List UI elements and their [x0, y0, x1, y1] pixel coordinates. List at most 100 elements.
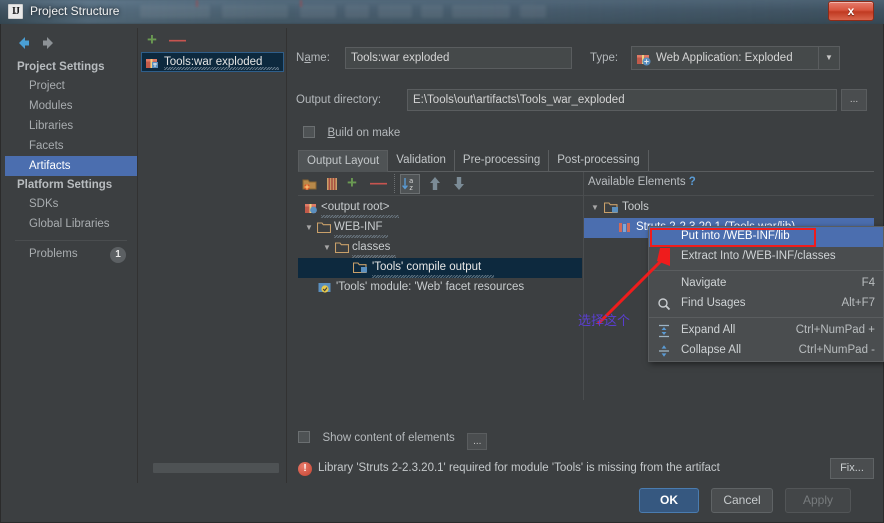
artifact-name-input[interactable]: Tools:war exploded	[345, 47, 572, 69]
apply-button[interactable]: Apply	[785, 488, 851, 513]
titlebar-ghost-6	[421, 5, 443, 18]
ok-button[interactable]: OK	[639, 488, 699, 513]
sort-alpha-icon[interactable]: a z	[400, 174, 420, 194]
sidebar-item-libraries[interactable]: Libraries	[5, 116, 137, 136]
annotation-highlight-box	[650, 228, 816, 247]
remove-artifact-icon[interactable]: —	[169, 31, 186, 48]
tree-row-facet-resources[interactable]: 'Tools' module: 'Web' facet resources	[298, 278, 582, 298]
problems-count-badge: 1	[110, 247, 126, 263]
build-on-make-label: Build on make	[327, 127, 401, 139]
move-up-icon[interactable]	[428, 176, 442, 196]
sidebar-divider	[15, 240, 127, 241]
chevron-down-icon[interactable]: ▼	[590, 203, 600, 213]
web-application-icon	[636, 51, 651, 71]
add-icon[interactable]: +	[347, 174, 357, 192]
artifacts-list-toolbar: + —	[139, 28, 286, 52]
library-icon	[618, 221, 632, 240]
sidebar-item-modules[interactable]: Modules	[5, 96, 137, 116]
titlebar-ghost-3	[300, 5, 336, 18]
menu-shortcut-collapse-all: Ctrl+NumPad -	[798, 344, 875, 356]
artifacts-horizontal-scrollbar[interactable]	[153, 463, 279, 473]
available-label-tools: Tools	[622, 201, 649, 213]
add-archive-icon[interactable]	[324, 176, 340, 197]
titlebar-ghost-mark-2	[300, 0, 302, 7]
menu-separator-1	[649, 270, 883, 271]
menu-item-navigate[interactable]: Navigate F4	[649, 274, 883, 294]
move-down-icon[interactable]	[452, 176, 466, 196]
chevron-down-icon[interactable]: ▼	[304, 223, 314, 233]
show-content-checkbox[interactable]	[298, 431, 310, 443]
toolbar-separator	[394, 174, 395, 193]
facet-resources-icon	[318, 281, 332, 300]
menu-shortcut-find-usages: Alt+F7	[841, 297, 875, 309]
show-content-options-button[interactable]: ...	[467, 433, 488, 450]
artifact-type-combo[interactable]: Web Application: Exploded ▼	[631, 46, 840, 70]
remove-icon[interactable]: —	[370, 174, 387, 192]
close-button[interactable]: x	[828, 1, 874, 21]
tab-output-layout[interactable]: Output Layout	[298, 150, 389, 172]
output-directory-input[interactable]: E:\Tools\out\artifacts\Tools_war_explode…	[407, 89, 837, 111]
sidebar-item-sdks[interactable]: SDKs	[5, 194, 137, 214]
menu-item-expand-all[interactable]: Expand All Ctrl+NumPad +	[649, 321, 883, 341]
menu-label-expand-all: Expand All	[681, 324, 736, 336]
tree-row-compile-output[interactable]: 'Tools' compile output	[298, 258, 582, 278]
titlebar-ghost-4	[345, 5, 369, 18]
build-on-make-checkbox[interactable]	[303, 126, 315, 138]
show-content-label: Show content of elements	[322, 432, 455, 444]
browse-output-directory-button[interactable]: ...	[841, 89, 867, 111]
name-label: Name:	[296, 52, 330, 64]
artifact-icon	[145, 55, 159, 75]
tab-pre-processing[interactable]: Pre-processing	[455, 150, 550, 172]
sidebar-item-facets[interactable]: Facets	[5, 136, 137, 156]
output-layout-tree: <output root> ▼ WEB-INF ▼ classes 'Tools…	[298, 198, 582, 298]
build-on-make-row[interactable]: Build on make	[303, 123, 400, 141]
titlebar-ghost-2	[222, 5, 288, 18]
arrow-right-icon[interactable]	[39, 34, 57, 52]
menu-item-collapse-all[interactable]: Collapse All Ctrl+NumPad -	[649, 341, 883, 361]
sidebar-group-project-settings: Project Settings	[17, 61, 105, 73]
titlebar-ghost-7	[452, 5, 510, 18]
sidebar-item-global-libraries[interactable]: Global Libraries	[5, 214, 137, 234]
titlebar-ghost-mark-1	[196, 0, 198, 7]
titlebar-ghost-1	[140, 5, 210, 18]
output-directory-label: Output directory:	[296, 94, 382, 106]
artifact-underline-squiggle	[164, 67, 279, 70]
sidebar-item-project[interactable]: Project	[5, 76, 137, 96]
artifact-list-item[interactable]: Tools:war exploded	[141, 52, 284, 72]
menu-separator-2	[649, 317, 883, 318]
search-icon	[657, 297, 671, 311]
menu-shortcut-navigate: F4	[861, 277, 875, 289]
window-titlebar: IJ Project Structure x	[0, 0, 884, 24]
svg-text:z: z	[409, 184, 413, 192]
app-icon: IJ	[8, 4, 23, 19]
chevron-down-icon[interactable]: ▼	[818, 47, 839, 69]
problems-label: Problems	[29, 248, 78, 260]
add-artifact-icon[interactable]: +	[147, 31, 157, 48]
expand-all-icon	[657, 324, 671, 338]
project-structure-dialog: IJ Project Structure x Project Settings …	[0, 0, 884, 523]
add-directory-icon[interactable]	[302, 176, 318, 197]
menu-shortcut-expand-all: Ctrl+NumPad +	[795, 324, 875, 336]
tab-post-processing[interactable]: Post-processing	[549, 150, 649, 172]
menu-label-find-usages: Find Usages	[681, 297, 746, 309]
sidebar-item-problems[interactable]: Problems 1	[5, 245, 137, 267]
tab-validation[interactable]: Validation	[388, 150, 455, 172]
tree-row-classes[interactable]: ▼ classes	[298, 238, 582, 258]
tree-row-web-inf[interactable]: ▼ WEB-INF	[298, 218, 582, 238]
sidebar-item-artifacts[interactable]: Artifacts	[5, 156, 137, 176]
dialog-footer: OK Cancel Apply	[5, 484, 879, 519]
error-icon: !	[298, 462, 312, 476]
available-row-tools[interactable]: ▼ Tools	[584, 198, 874, 218]
arrow-left-icon[interactable]	[15, 34, 33, 52]
show-content-row[interactable]: Show content of elements ...	[298, 428, 488, 450]
menu-item-extract-into-classes[interactable]: Extract Into /WEB-INF/classes	[649, 247, 883, 267]
fix-button[interactable]: Fix...	[830, 458, 874, 479]
menu-item-find-usages[interactable]: Find Usages Alt+F7	[649, 294, 883, 314]
menu-label-extract-into: Extract Into /WEB-INF/classes	[681, 250, 836, 262]
artifacts-list-panel: + — Tools:war exploded	[139, 28, 287, 483]
artifact-tabs: Output Layout Validation Pre-processing …	[298, 150, 874, 172]
tree-row-output-root[interactable]: <output root>	[298, 198, 582, 218]
cancel-button[interactable]: Cancel	[711, 488, 773, 513]
menu-label-collapse-all: Collapse All	[681, 344, 742, 356]
chevron-down-icon[interactable]: ▼	[322, 243, 332, 253]
